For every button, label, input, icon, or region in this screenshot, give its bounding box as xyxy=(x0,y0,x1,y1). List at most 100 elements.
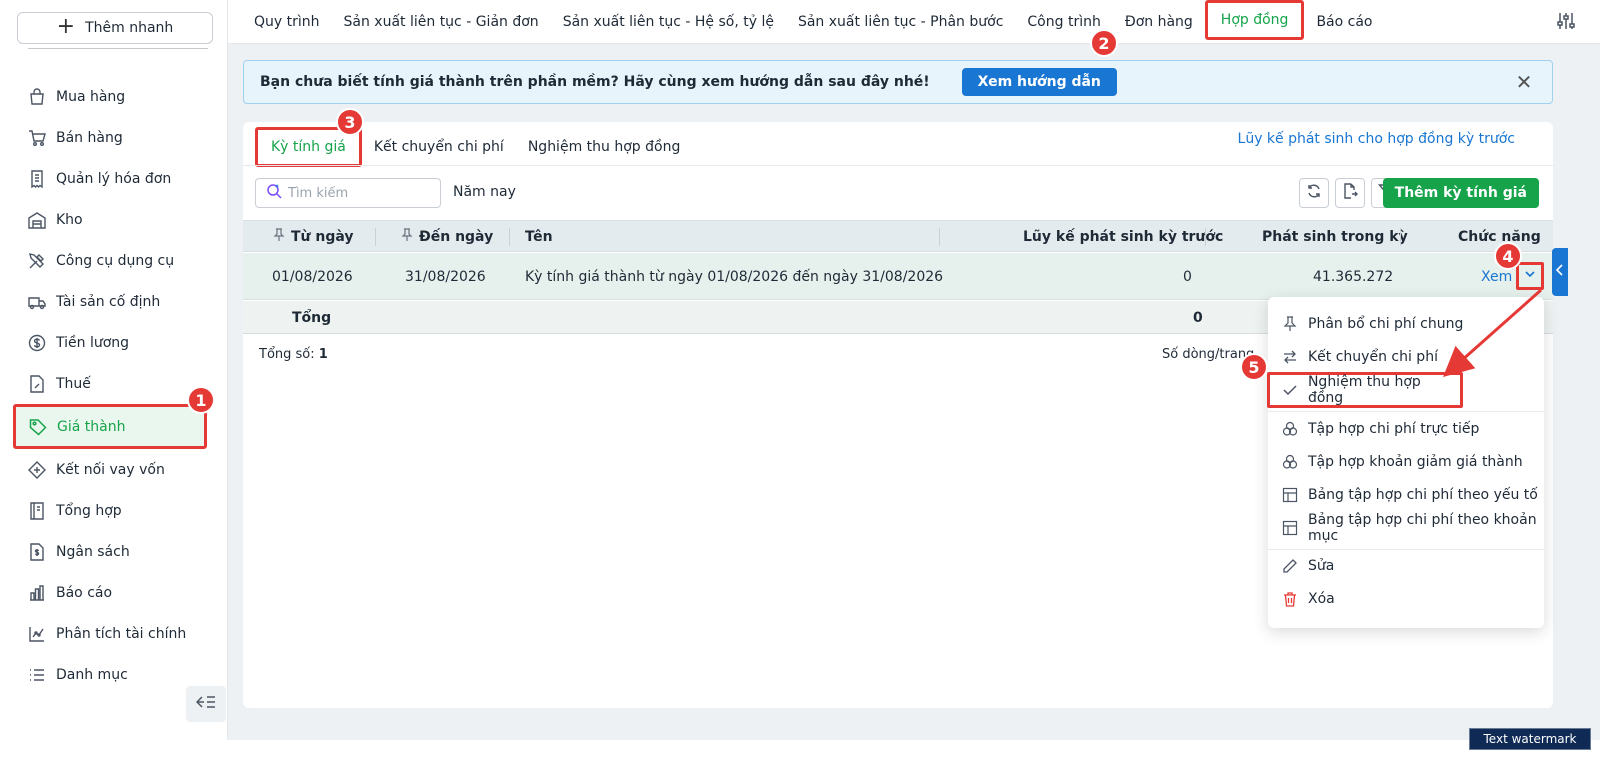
column-separator xyxy=(939,228,940,246)
tab-hop-dong[interactable]: Hợp đồng xyxy=(1204,0,1305,40)
collapse-sidebar-button[interactable] xyxy=(186,686,226,722)
sidebar-item-quan-ly-hoa-don[interactable]: Quản lý hóa đơn xyxy=(12,158,212,199)
col-prior-accumulated[interactable]: Lũy kế phát sinh kỳ trước xyxy=(1023,221,1223,253)
year-filter[interactable]: Năm nay xyxy=(453,184,516,200)
menu-item-nghiem-thu-hop-dong[interactable]: Nghiệm thu hợp đồng xyxy=(1267,372,1463,408)
search-box xyxy=(255,178,441,208)
tab-quy-trinh[interactable]: Quy trình xyxy=(242,0,332,44)
export-button[interactable] xyxy=(1335,178,1365,208)
sidebar-item-label: Tiền lương xyxy=(56,334,130,351)
record-count: Tổng số: 1 xyxy=(259,347,328,362)
menu-divider xyxy=(1268,411,1544,412)
sidebar-item-ban-hang[interactable]: Bán hàng xyxy=(12,117,212,158)
truck-icon xyxy=(28,293,46,311)
loan-icon xyxy=(28,460,46,479)
dollar-circle-icon xyxy=(28,334,46,352)
table-header: Từ ngày Đến ngày Tên Lũy kế phát sinh kỳ… xyxy=(243,220,1553,252)
row-actions-dropdown-toggle[interactable] xyxy=(1516,262,1544,290)
circles-icon xyxy=(1282,454,1298,470)
menu-item-xoa[interactable]: Xóa xyxy=(1268,583,1544,615)
tag-icon xyxy=(29,418,47,436)
sidebar-item-bao-cao[interactable]: Báo cáo xyxy=(12,572,212,613)
menu-item-tap-hop-chi-phi-truc-tiep[interactable]: Tập hợp chi phí trực tiếp xyxy=(1268,413,1544,445)
prior-period-link[interactable]: Lũy kế phát sinh cho hợp đồng kỳ trước xyxy=(1238,131,1515,147)
tab-san-xuat-gian-don[interactable]: Sản xuất liên tục - Giản đơn xyxy=(332,0,551,44)
sidebar-item-label: Phân tích tài chính xyxy=(56,625,187,642)
tab-san-xuat-he-so[interactable]: Sản xuất liên tục - Hệ số, tỷ lệ xyxy=(551,0,786,44)
sidebar-item-label: Kho xyxy=(56,211,83,228)
circles-icon xyxy=(1282,421,1298,437)
rows-per-page-label: Số dòng/trang xyxy=(1162,347,1255,362)
col-from-date[interactable]: Từ ngày xyxy=(273,221,354,253)
col-current-period[interactable]: Phát sinh trong kỳ xyxy=(1262,221,1408,253)
col-to-date[interactable]: Đến ngày xyxy=(401,221,493,253)
step-badge-5: 5 xyxy=(1240,353,1268,381)
bar-chart-icon xyxy=(28,584,46,602)
nav-scroll-edge xyxy=(28,48,208,56)
add-period-button[interactable]: Thêm kỳ tính giá xyxy=(1382,178,1539,208)
total-prior: 0 xyxy=(1193,309,1203,326)
menu-item-tap-hop-khoan-giam-gia-thanh[interactable]: Tập hợp khoản giảm giá thành xyxy=(1268,446,1544,478)
cell-name: Kỳ tính giá thành từ ngày 01/08/2026 đến… xyxy=(525,268,944,285)
tab-san-xuat-phan-buoc[interactable]: Sản xuất liên tục - Phân bước xyxy=(786,0,1015,44)
sidebar-item-label: Công cụ dụng cụ xyxy=(56,252,175,269)
tab-don-hang[interactable]: Đơn hàng xyxy=(1113,0,1205,44)
sidebar-item-phan-tich-tai-chinh[interactable]: Phân tích tài chính xyxy=(12,613,212,654)
tools-icon xyxy=(28,252,46,270)
row-actions-menu: Phân bổ chi phí chung Kết chuyển chi phí… xyxy=(1267,297,1544,628)
receipt-icon xyxy=(28,169,46,188)
subtab-nghiem-thu-hop-dong[interactable]: Nghiệm thu hợp đồng xyxy=(516,128,693,166)
sidebar-item-cong-cu-dung-cu[interactable]: Công cụ dụng cụ xyxy=(12,240,212,281)
sidebar-item-label: Thuế xyxy=(56,375,91,392)
sidebar-item-label: Danh mục xyxy=(56,666,128,683)
menu-item-sua[interactable]: Sửa xyxy=(1268,550,1544,582)
sidebar-item-tai-san-co-dinh[interactable]: Tài sản cố định xyxy=(12,281,212,322)
quick-add-button[interactable]: + Thêm nhanh xyxy=(17,12,213,44)
step-badge-1: 1 xyxy=(187,386,215,414)
pin-icon xyxy=(1282,316,1298,332)
side-panel-toggle[interactable] xyxy=(1552,248,1568,296)
sidebar-item-gia-thanh[interactable]: Giá thành xyxy=(13,404,207,449)
column-separator xyxy=(1205,228,1206,246)
bottom-strip xyxy=(0,740,1600,765)
trash-icon xyxy=(1282,591,1298,607)
view-guide-button[interactable]: Xem hướng dẫn xyxy=(961,68,1117,96)
sidebar-item-thue[interactable]: Thuế xyxy=(12,363,212,404)
search-input[interactable] xyxy=(288,185,428,201)
close-icon[interactable]: ✕ xyxy=(1514,72,1534,92)
step-badge-2: 2 xyxy=(1090,29,1118,57)
sidebar-item-tong-hop[interactable]: Tổng hợp xyxy=(12,490,212,531)
tab-bao-cao[interactable]: Báo cáo xyxy=(1304,0,1384,44)
menu-item-ket-chuyen-chi-phi[interactable]: Kết chuyển chi phí xyxy=(1268,341,1544,373)
tax-doc-icon xyxy=(28,374,46,393)
sidebar-item-label: Mua hàng xyxy=(56,88,126,105)
column-separator xyxy=(509,228,510,246)
chevron-down-icon xyxy=(1524,268,1536,284)
pencil-icon xyxy=(1282,558,1298,574)
menu-item-bang-chi-phi-theo-khoan-muc[interactable]: Bảng tập hợp chi phí theo khoản mục xyxy=(1268,512,1544,544)
col-name[interactable]: Tên xyxy=(525,221,553,253)
sidebar-item-mua-hang[interactable]: Mua hàng xyxy=(12,76,212,117)
refresh-icon xyxy=(1306,183,1322,203)
sidebar-item-ket-noi-vay-von[interactable]: Kết nối vay vốn xyxy=(12,449,212,490)
search-sparkle-icon xyxy=(266,183,282,203)
plus-icon: + xyxy=(56,14,76,39)
subtab-ket-chuyen-chi-phi[interactable]: Kết chuyển chi phí xyxy=(362,128,516,166)
total-label: Tổng xyxy=(292,309,332,326)
subtabs: Kỳ tính giá Kết chuyển chi phí Nghiệm th… xyxy=(255,127,693,167)
menu-item-phan-bo-chi-phi-chung[interactable]: Phân bổ chi phí chung xyxy=(1268,308,1544,340)
sidebar-item-kho[interactable]: Kho xyxy=(12,199,212,240)
top-navigation: Quy trình Sản xuất liên tục - Giản đơn S… xyxy=(228,0,1600,44)
sidebar-item-tien-luong[interactable]: Tiền lương xyxy=(12,322,212,363)
refresh-button[interactable] xyxy=(1299,178,1329,208)
settings-sliders-icon[interactable] xyxy=(1556,11,1576,31)
table-row[interactable]: 01/08/2026 31/08/2026 Kỳ tính giá thành … xyxy=(243,253,1553,300)
sidebar-item-ngan-sach[interactable]: Ngân sách xyxy=(12,531,212,572)
check-icon xyxy=(1282,382,1298,398)
column-separator xyxy=(1400,228,1401,246)
sidebar-item-label: Giá thành xyxy=(57,418,126,435)
quick-add-label: Thêm nhanh xyxy=(85,20,174,36)
menu-item-bang-chi-phi-theo-yeu-to[interactable]: Bảng tập hợp chi phí theo yếu tố xyxy=(1268,479,1544,511)
budget-doc-icon xyxy=(28,542,46,561)
sidebar-item-danh-muc[interactable]: Danh mục xyxy=(12,654,212,695)
